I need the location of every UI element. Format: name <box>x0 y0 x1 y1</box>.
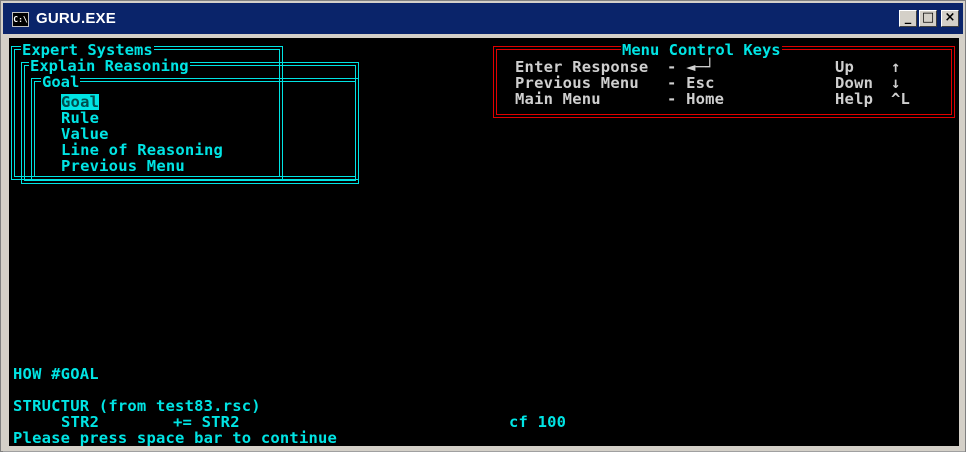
explain-reasoning-title: Explain Reasoning <box>29 57 190 75</box>
window-bottom-edge <box>3 451 965 461</box>
minimize-button[interactable]: _ <box>899 10 917 27</box>
control-key-action: Previous Menu <box>515 74 639 92</box>
close-button[interactable]: × <box>941 10 959 27</box>
output-structur-line: STRUCTUR (from test83.rsc) <box>13 397 261 415</box>
control-key-action: Main Menu <box>515 90 601 108</box>
control-keys-title: Menu Control Keys <box>621 41 782 59</box>
menu-option-goal[interactable]: Goal <box>61 94 100 110</box>
control-key-nav: Up <box>835 58 855 76</box>
command-line: HOW #GOAL <box>13 365 99 383</box>
goal-menu-title: Goal <box>41 73 81 91</box>
console-screen[interactable]: Expert Systems Explain Reasoning Goal Go… <box>9 38 959 446</box>
control-key-action: Enter Response <box>515 58 649 76</box>
menu-option-rule[interactable]: Rule <box>61 110 99 126</box>
continue-prompt: Please press space bar to continue <box>13 429 338 446</box>
menu-option-value[interactable]: Value <box>61 126 109 142</box>
expert-systems-title: Expert Systems <box>21 41 154 59</box>
control-key-nav: Help <box>835 90 874 108</box>
output-variable: STR2 <box>61 413 100 431</box>
console-app-icon[interactable]: C:\ <box>12 12 29 27</box>
menu-option-previous-menu[interactable]: Previous Menu <box>61 158 185 174</box>
title-bar[interactable]: C:\ GURU.EXE _ □ × <box>3 3 963 34</box>
menu-option-line-of-reasoning[interactable]: Line of Reasoning <box>61 142 223 158</box>
control-key-home: - Home <box>667 90 725 108</box>
output-expression: += STR2 <box>173 413 240 431</box>
control-key-nav: Down <box>835 74 874 92</box>
maximize-button[interactable]: □ <box>919 10 937 27</box>
down-arrow-icon: ↓ <box>891 74 901 92</box>
control-key-enter: - ◄─┘ <box>667 58 715 76</box>
help-key-label: ^L <box>891 90 911 108</box>
output-confidence: cf 100 <box>509 413 567 431</box>
up-arrow-icon: ↑ <box>891 58 901 76</box>
window-title: GURU.EXE <box>36 10 116 27</box>
control-key-esc: - Esc <box>667 74 715 92</box>
console-window: C:\ GURU.EXE _ □ × Expert Systems Explai… <box>0 0 966 461</box>
